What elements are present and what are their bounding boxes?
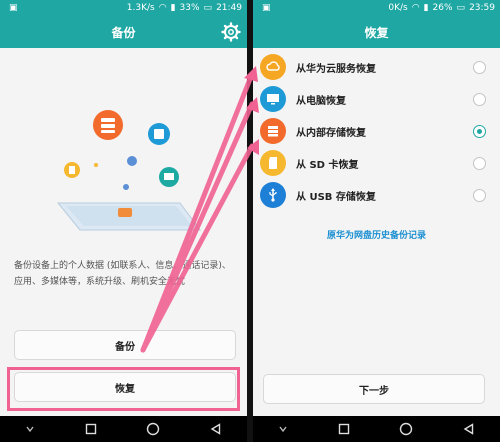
next-button[interactable]: 下一步 — [263, 374, 485, 404]
battery-percent: 33% — [179, 3, 200, 13]
title-bar: 备份 — [0, 16, 247, 48]
option-label: 从内部存储恢复 — [296, 127, 366, 139]
wifi-icon: ◠ — [158, 3, 167, 13]
back-icon[interactable] — [210, 423, 222, 435]
backup-illustration — [56, 110, 201, 231]
status-bar: ▣ 0K/s ◠ ▮ 26% ▭ 23:59 — [253, 0, 500, 16]
clock: 23:59 — [469, 3, 495, 13]
usb-icon — [260, 182, 286, 208]
option-label: 从华为云服务恢复 — [296, 63, 376, 75]
radio-button[interactable] — [473, 92, 486, 106]
recent-apps-icon[interactable] — [338, 423, 350, 435]
title-bar: 恢复 — [253, 16, 500, 48]
backup-button[interactable]: 备份 — [14, 330, 236, 360]
signal-icon: ▮ — [423, 3, 429, 13]
option-sd-card[interactable]: 从 SD 卡恢复 — [253, 147, 500, 179]
storage-icon — [260, 118, 286, 144]
network-speed: 1.3K/s — [126, 3, 155, 13]
option-computer[interactable]: 从电脑恢复 — [253, 83, 500, 115]
sd-card-icon — [260, 150, 286, 176]
backup-description: 备份设备上的个人数据 (如联系人、信息、通话记录)、应用、多媒体等，系统升级、刷… — [14, 261, 231, 287]
cloud-icon — [260, 54, 286, 80]
status-bar: ▣ 1.3K/s ◠ ▮ 33% ▭ 21:49 — [0, 0, 247, 16]
radio-button[interactable] — [473, 60, 486, 74]
nav-down-icon[interactable] — [25, 424, 35, 434]
home-icon[interactable] — [399, 422, 413, 436]
history-backup-link[interactable]: 原华为网盘历史备份记录 — [253, 228, 500, 241]
computer-icon — [260, 86, 286, 112]
option-huawei-cloud[interactable]: 从华为云服务恢复 — [253, 51, 500, 83]
network-speed: 0K/s — [388, 3, 408, 13]
page-title: 备份 — [111, 25, 136, 40]
home-icon[interactable] — [146, 422, 160, 436]
radio-button[interactable] — [473, 188, 486, 202]
page-title: 恢复 — [364, 25, 389, 40]
battery-icon: ▭ — [456, 3, 466, 13]
clock: 21:49 — [216, 3, 242, 13]
restore-screen: ▣ 0K/s ◠ ▮ 26% ▭ 23:59 恢复 从华为云服务恢复 从电脑恢复… — [253, 0, 500, 442]
battery-percent: 26% — [432, 3, 453, 13]
radio-button-selected[interactable] — [473, 124, 486, 138]
nav-bar — [0, 416, 247, 442]
notification-icon: ▣ — [262, 3, 271, 13]
option-usb[interactable]: 从 USB 存储恢复 — [253, 179, 500, 211]
gear-icon[interactable] — [221, 22, 241, 42]
option-label: 从 SD 卡恢复 — [296, 159, 359, 171]
signal-icon: ▮ — [170, 3, 176, 13]
radio-button[interactable] — [473, 156, 486, 170]
battery-icon: ▭ — [203, 3, 213, 13]
phone-data-icon — [118, 208, 132, 217]
wifi-icon: ◠ — [411, 3, 420, 13]
recent-apps-icon[interactable] — [85, 423, 97, 435]
nav-down-icon[interactable] — [278, 424, 288, 434]
option-label: 从 USB 存储恢复 — [296, 191, 376, 203]
option-label: 从电脑恢复 — [296, 95, 346, 107]
option-internal-storage[interactable]: 从内部存储恢复 — [253, 115, 500, 147]
notification-icon: ▣ — [9, 3, 18, 13]
backup-screen: ▣ 1.3K/s ◠ ▮ 33% ▭ 21:49 备份 备份设备上的个人数据 (… — [0, 0, 247, 442]
back-icon[interactable] — [463, 423, 475, 435]
nav-bar — [253, 416, 500, 442]
restore-button[interactable]: 恢复 — [14, 372, 236, 402]
